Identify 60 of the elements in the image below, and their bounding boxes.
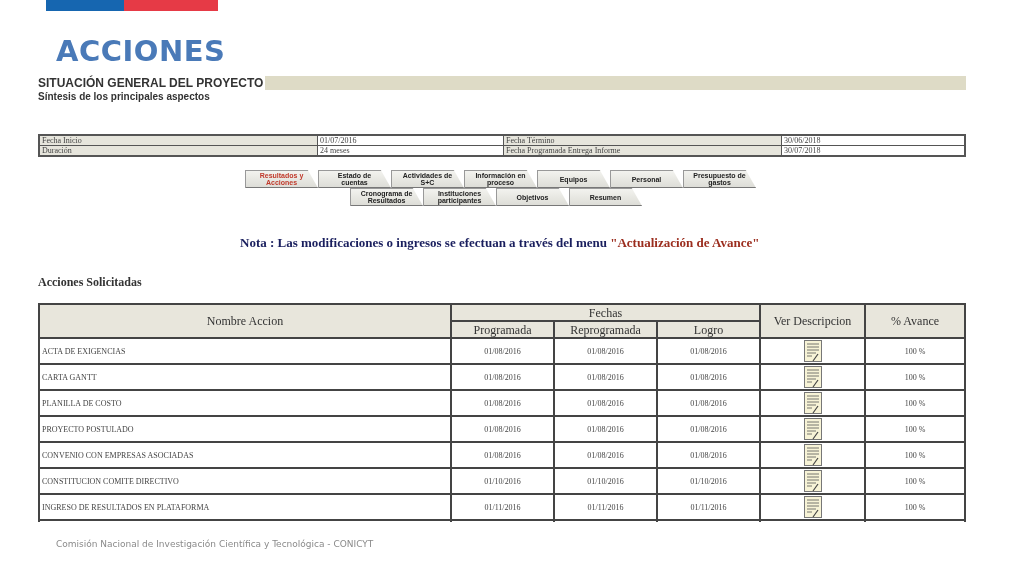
field-value: 24 meses <box>317 145 504 156</box>
table-title: Acciones Solicitadas <box>38 275 143 290</box>
field-label: Fecha Inicio <box>39 135 318 146</box>
table-cell: 01/08/2016 <box>657 338 760 364</box>
table-cell: 100 % <box>865 338 965 364</box>
table-cell: 100 % <box>865 468 965 494</box>
document-icon[interactable] <box>803 470 822 492</box>
table-cell: 01/08/2016 <box>554 416 657 442</box>
footer-text: Comisión Nacional de Investigación Científica y Tecnológica - CONICYT <box>56 539 375 549</box>
section-title: SITUACIÓN GENERAL DEL PROYECTO <box>36 76 266 90</box>
document-icon[interactable] <box>803 392 822 414</box>
field-label: Fecha Programada Entrega Informe <box>503 145 782 156</box>
table-cell: 01/08/2016 <box>554 442 657 468</box>
table-cell: 100 % <box>865 494 965 520</box>
document-icon[interactable] <box>803 496 822 518</box>
table-cell: 01/11/2016 <box>657 494 760 520</box>
table-cell: 01/08/2016 <box>554 390 657 416</box>
table-cell: ACTA DE EXIGENCIAS <box>39 338 451 364</box>
table-cell: 01/08/2016 <box>554 364 657 390</box>
table-cell: INGRESO DE RESULTADOS EN PLATAFORMA <box>39 494 451 520</box>
table-cell: CONSTITUCION COMITE DIRECTIVO <box>39 468 451 494</box>
field-value: 30/06/2018 <box>781 135 965 146</box>
table-cell: 01/11/2016 <box>451 494 554 520</box>
table-cell: CARTA GANTT <box>39 364 451 390</box>
table-cell: 01/10/2016 <box>451 468 554 494</box>
field-label: Fecha Término <box>503 135 782 146</box>
table-cell: PROYECTO POSTULADO <box>39 416 451 442</box>
table-cell: 01/08/2016 <box>451 416 554 442</box>
table-cell: 01/08/2016 <box>554 338 657 364</box>
field-value: 01/07/2016 <box>317 135 504 146</box>
table-cell: PLANILLA DE COSTO <box>39 390 451 416</box>
table-cell: 01/08/2016 <box>657 442 760 468</box>
table-cell: 01/08/2016 <box>657 364 760 390</box>
table-cell: 100 % <box>865 442 965 468</box>
table-cell: 01/08/2016 <box>451 442 554 468</box>
table-cell: 01/10/2016 <box>657 468 760 494</box>
section-subtitle: Síntesis de los principales aspectos <box>38 91 211 102</box>
document-icon[interactable] <box>803 444 822 466</box>
document-icon[interactable] <box>803 418 822 440</box>
slide-title: ACCIONES <box>56 35 227 67</box>
table-cell: 01/10/2016 <box>554 468 657 494</box>
document-icon[interactable] <box>803 366 822 388</box>
note-link[interactable]: "Actualización de Avance" <box>610 235 760 250</box>
column-header: Fechas <box>451 304 760 321</box>
table-cell: 01/08/2016 <box>657 416 760 442</box>
table-cell: 100 % <box>865 364 965 390</box>
table-cell: 100 % <box>865 390 965 416</box>
column-header: Nombre Accion <box>39 304 451 338</box>
table-cell: 01/08/2016 <box>451 390 554 416</box>
table-cell: 01/08/2016 <box>451 338 554 364</box>
column-header: % Avance <box>865 304 965 338</box>
note-text: Nota : Las modificaciones o ingresos se efectuan a través del menu <box>240 235 608 250</box>
table-cell: CONVENIO CON EMPRESAS ASOCIADAS <box>39 442 451 468</box>
field-label: Duración <box>39 145 318 156</box>
table-cell: 01/08/2016 <box>451 364 554 390</box>
table-cell: 01/11/2016 <box>554 494 657 520</box>
table-cell: 01/08/2016 <box>657 390 760 416</box>
column-header: Ver Descripcion <box>760 304 865 338</box>
table-cell: 100 % <box>865 416 965 442</box>
document-icon[interactable] <box>803 340 822 362</box>
